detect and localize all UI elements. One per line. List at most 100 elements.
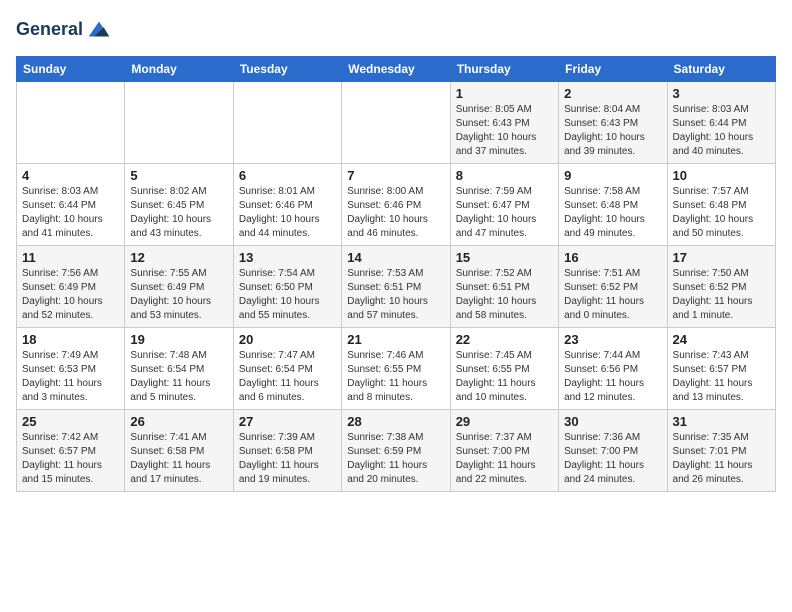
calendar-cell: 24 Sunrise: 7:43 AM Sunset: 6:57 PM Dayli… — [667, 328, 775, 410]
calendar-table: SundayMondayTuesdayWednesdayThursdayFrid… — [16, 56, 776, 492]
calendar-cell: 31Sunrise: 7:35 AM Sunset: 7:01 PM Dayli… — [667, 410, 775, 492]
logo: General — [16, 16, 113, 44]
calendar-cell: 21Sunrise: 7:46 AM Sunset: 6:55 PM Dayli… — [342, 328, 450, 410]
day-info: Sunrise: 7:48 AM Sunset: 6:54 PM Dayligh… — [130, 349, 227, 405]
day-info: Sunrise: 7:49 AM Sunset: 6:53 PM Dayligh… — [22, 349, 119, 405]
day-info: Sunrise: 7:58 AM Sunset: 6:48 PM Dayligh… — [564, 185, 661, 241]
day-number: 10 — [673, 168, 770, 183]
day-info: Sunrise: 8:03 AM Sunset: 6:44 PM Dayligh… — [22, 185, 119, 241]
day-number: 14 — [347, 250, 444, 265]
day-info: Sunrise: 8:04 AM Sunset: 6:43 PM Dayligh… — [564, 103, 661, 159]
day-number: 9 — [564, 168, 661, 183]
day-info: Sunrise: 8:01 AM Sunset: 6:46 PM Dayligh… — [239, 185, 336, 241]
calendar-cell: 10 Sunrise: 7:57 AM Sunset: 6:48 PM Dayli… — [667, 164, 775, 246]
calendar-cell: 23Sunrise: 7:44 AM Sunset: 6:56 PM Dayli… — [559, 328, 667, 410]
calendar-cell: 18 Sunrise: 7:49 AM Sunset: 6:53 PM Dayli… — [17, 328, 125, 410]
day-number: 22 — [456, 332, 553, 347]
day-info: Sunrise: 8:05 AM Sunset: 6:43 PM Dayligh… — [456, 103, 553, 159]
calendar-cell: 20 Sunrise: 7:47 AM Sunset: 6:54 PM Dayli… — [233, 328, 341, 410]
day-number: 18 — [22, 332, 119, 347]
day-info: Sunrise: 7:39 AM Sunset: 6:58 PM Dayligh… — [239, 431, 336, 487]
calendar-cell — [233, 82, 341, 164]
day-info: Sunrise: 7:43 AM Sunset: 6:57 PM Dayligh… — [673, 349, 770, 405]
calendar-header-row: SundayMondayTuesdayWednesdayThursdayFrid… — [17, 57, 776, 82]
day-of-week-header: Saturday — [667, 57, 775, 82]
day-of-week-header: Monday — [125, 57, 233, 82]
day-info: Sunrise: 7:57 AM Sunset: 6:48 PM Dayligh… — [673, 185, 770, 241]
day-number: 7 — [347, 168, 444, 183]
day-number: 20 — [239, 332, 336, 347]
calendar-week-row: 4 Sunrise: 8:03 AM Sunset: 6:44 PM Daylig… — [17, 164, 776, 246]
day-info: Sunrise: 7:56 AM Sunset: 6:49 PM Dayligh… — [22, 267, 119, 323]
day-info: Sunrise: 7:38 AM Sunset: 6:59 PM Dayligh… — [347, 431, 444, 487]
day-number: 28 — [347, 414, 444, 429]
calendar-cell: 26Sunrise: 7:41 AM Sunset: 6:58 PM Dayli… — [125, 410, 233, 492]
calendar-cell: 2 Sunrise: 8:04 AM Sunset: 6:43 PM Daylig… — [559, 82, 667, 164]
calendar-week-row: 18 Sunrise: 7:49 AM Sunset: 6:53 PM Dayli… — [17, 328, 776, 410]
calendar-cell: 4 Sunrise: 8:03 AM Sunset: 6:44 PM Daylig… — [17, 164, 125, 246]
day-info: Sunrise: 7:52 AM Sunset: 6:51 PM Dayligh… — [456, 267, 553, 323]
logo-text-general: General — [16, 19, 83, 39]
day-number: 11 — [22, 250, 119, 265]
day-number: 29 — [456, 414, 553, 429]
day-of-week-header: Friday — [559, 57, 667, 82]
day-of-week-header: Tuesday — [233, 57, 341, 82]
day-number: 8 — [456, 168, 553, 183]
day-info: Sunrise: 7:46 AM Sunset: 6:55 PM Dayligh… — [347, 349, 444, 405]
day-number: 12 — [130, 250, 227, 265]
day-of-week-header: Wednesday — [342, 57, 450, 82]
calendar-cell: 30 Sunrise: 7:36 AM Sunset: 7:00 PM Dayli… — [559, 410, 667, 492]
day-info: Sunrise: 8:00 AM Sunset: 6:46 PM Dayligh… — [347, 185, 444, 241]
day-info: Sunrise: 7:44 AM Sunset: 6:56 PM Dayligh… — [564, 349, 661, 405]
calendar-cell: 14 Sunrise: 7:53 AM Sunset: 6:51 PM Dayli… — [342, 246, 450, 328]
day-of-week-header: Thursday — [450, 57, 558, 82]
calendar-cell: 12 Sunrise: 7:55 AM Sunset: 6:49 PM Dayli… — [125, 246, 233, 328]
calendar-cell: 16Sunrise: 7:51 AM Sunset: 6:52 PM Dayli… — [559, 246, 667, 328]
calendar-week-row: 1Sunrise: 8:05 AM Sunset: 6:43 PM Daylig… — [17, 82, 776, 164]
calendar-cell: 5Sunrise: 8:02 AM Sunset: 6:45 PM Daylig… — [125, 164, 233, 246]
day-info: Sunrise: 7:41 AM Sunset: 6:58 PM Dayligh… — [130, 431, 227, 487]
day-number: 17 — [673, 250, 770, 265]
day-info: Sunrise: 7:37 AM Sunset: 7:00 PM Dayligh… — [456, 431, 553, 487]
day-info: Sunrise: 8:03 AM Sunset: 6:44 PM Dayligh… — [673, 103, 770, 159]
day-info: Sunrise: 7:42 AM Sunset: 6:57 PM Dayligh… — [22, 431, 119, 487]
calendar-cell: 13 Sunrise: 7:54 AM Sunset: 6:50 PM Dayli… — [233, 246, 341, 328]
calendar-cell — [17, 82, 125, 164]
day-info: Sunrise: 7:53 AM Sunset: 6:51 PM Dayligh… — [347, 267, 444, 323]
calendar-cell: 6 Sunrise: 8:01 AM Sunset: 6:46 PM Daylig… — [233, 164, 341, 246]
calendar-cell: 25Sunrise: 7:42 AM Sunset: 6:57 PM Dayli… — [17, 410, 125, 492]
calendar-cell: 3 Sunrise: 8:03 AM Sunset: 6:44 PM Daylig… — [667, 82, 775, 164]
day-info: Sunrise: 7:36 AM Sunset: 7:00 PM Dayligh… — [564, 431, 661, 487]
day-info: Sunrise: 7:55 AM Sunset: 6:49 PM Dayligh… — [130, 267, 227, 323]
day-number: 19 — [130, 332, 227, 347]
calendar-cell: 7 Sunrise: 8:00 AM Sunset: 6:46 PM Daylig… — [342, 164, 450, 246]
day-number: 2 — [564, 86, 661, 101]
day-number: 6 — [239, 168, 336, 183]
calendar-cell: 27 Sunrise: 7:39 AM Sunset: 6:58 PM Dayli… — [233, 410, 341, 492]
day-info: Sunrise: 7:47 AM Sunset: 6:54 PM Dayligh… — [239, 349, 336, 405]
logo-icon — [85, 16, 113, 44]
calendar-cell: 22 Sunrise: 7:45 AM Sunset: 6:55 PM Dayli… — [450, 328, 558, 410]
calendar-cell: 8Sunrise: 7:59 AM Sunset: 6:47 PM Daylig… — [450, 164, 558, 246]
day-info: Sunrise: 7:45 AM Sunset: 6:55 PM Dayligh… — [456, 349, 553, 405]
calendar-cell: 9 Sunrise: 7:58 AM Sunset: 6:48 PM Daylig… — [559, 164, 667, 246]
calendar-cell: 28 Sunrise: 7:38 AM Sunset: 6:59 PM Dayli… — [342, 410, 450, 492]
page-header: General — [16, 16, 776, 44]
day-number: 4 — [22, 168, 119, 183]
day-number: 15 — [456, 250, 553, 265]
day-info: Sunrise: 8:02 AM Sunset: 6:45 PM Dayligh… — [130, 185, 227, 241]
day-number: 30 — [564, 414, 661, 429]
calendar-cell: 11 Sunrise: 7:56 AM Sunset: 6:49 PM Dayli… — [17, 246, 125, 328]
day-info: Sunrise: 7:51 AM Sunset: 6:52 PM Dayligh… — [564, 267, 661, 323]
calendar-cell: 1Sunrise: 8:05 AM Sunset: 6:43 PM Daylig… — [450, 82, 558, 164]
calendar-week-row: 11 Sunrise: 7:56 AM Sunset: 6:49 PM Dayli… — [17, 246, 776, 328]
day-number: 31 — [673, 414, 770, 429]
calendar-week-row: 25Sunrise: 7:42 AM Sunset: 6:57 PM Dayli… — [17, 410, 776, 492]
calendar-cell: 17Sunrise: 7:50 AM Sunset: 6:52 PM Dayli… — [667, 246, 775, 328]
day-info: Sunrise: 7:54 AM Sunset: 6:50 PM Dayligh… — [239, 267, 336, 323]
day-number: 13 — [239, 250, 336, 265]
day-number: 24 — [673, 332, 770, 347]
day-number: 27 — [239, 414, 336, 429]
calendar-cell — [125, 82, 233, 164]
day-number: 3 — [673, 86, 770, 101]
